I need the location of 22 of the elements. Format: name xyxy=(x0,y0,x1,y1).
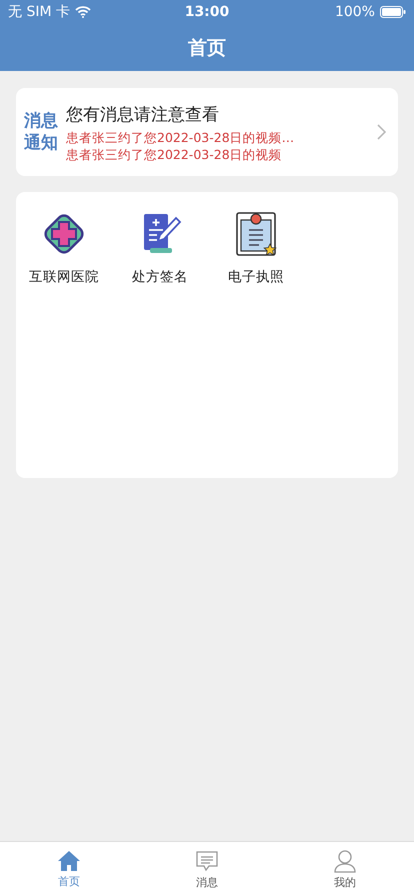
tab-item[interactable]: 消息 xyxy=(138,842,276,896)
wifi-icon xyxy=(75,6,91,18)
home-icon xyxy=(57,850,81,872)
notice-badge-top: 消息 xyxy=(24,110,58,132)
service-label[interactable]: 处方签名 xyxy=(132,268,188,286)
battery-icon xyxy=(380,6,406,18)
tab-item[interactable]: 首页 xyxy=(0,842,138,896)
person-icon xyxy=(333,848,357,872)
tab-item[interactable]: 我的 xyxy=(276,842,414,896)
chat-icon xyxy=(195,848,219,872)
battery-percent: 100% xyxy=(334,4,375,20)
carrier-text: 无 SIM 卡 xyxy=(8,3,70,21)
service-label[interactable]: 电子执照 xyxy=(228,268,284,286)
page-title: 首页 xyxy=(188,36,226,60)
notice-message: 患者张三约了您2022-03-28日的视频… xyxy=(66,130,296,144)
service-label[interactable]: 互联网医院 xyxy=(29,268,99,286)
certificate-icon xyxy=(234,210,278,258)
clock-text: 13:00 xyxy=(184,4,230,20)
notice-message: 患者张三约了您2022-03-28日的视频 xyxy=(66,146,283,162)
notice-badge-bottom: 通知 xyxy=(24,132,58,154)
chevron-right-icon xyxy=(377,124,386,140)
notice-title: 您有消息请注意查看 xyxy=(66,104,220,126)
